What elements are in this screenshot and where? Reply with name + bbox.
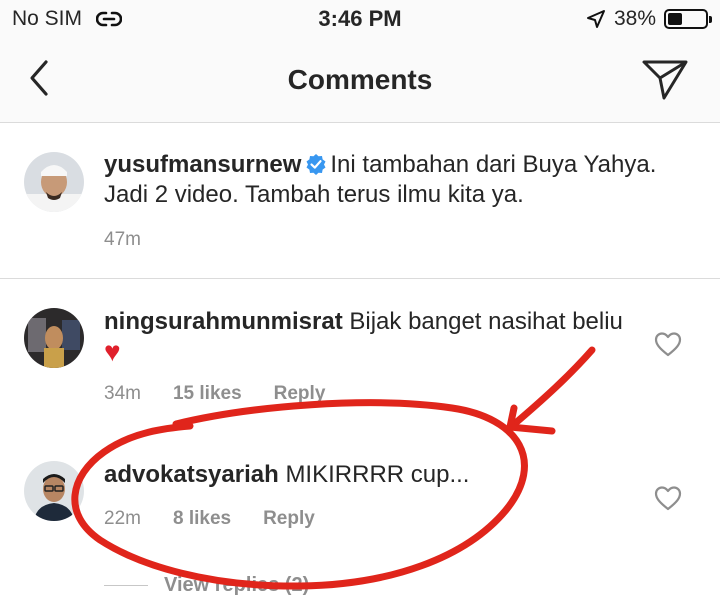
comment-meta: 34m 15 likes Reply xyxy=(104,383,325,405)
caption-meta: 47m xyxy=(104,229,141,251)
avatar[interactable] xyxy=(24,152,84,212)
battery-icon xyxy=(664,9,712,29)
status-bar: No SIM 3:46 PM 38% xyxy=(0,0,720,40)
reply-button[interactable]: Reply xyxy=(263,508,315,530)
status-right: 38% xyxy=(586,7,712,31)
page-title: Comments xyxy=(287,64,433,95)
avatar[interactable] xyxy=(24,461,84,521)
comment-time: 22m xyxy=(104,508,141,529)
comment-body: MIKIRRRR cup... xyxy=(285,461,470,488)
comment-username[interactable]: advokatsyariah xyxy=(104,461,279,488)
nav-bar: Comments xyxy=(0,40,720,123)
caption-time: 47m xyxy=(104,229,141,250)
heart-emoji: ♥ xyxy=(104,336,121,367)
comment-body: Bijak banget nasihat beliu xyxy=(349,308,623,335)
view-replies-label: View replies (2) xyxy=(164,574,310,596)
comment-likes[interactable]: 15 likes xyxy=(173,383,242,405)
comment-username[interactable]: ningsurahmunmisrat xyxy=(104,308,343,335)
heart-outline-icon[interactable] xyxy=(654,331,682,357)
verified-badge-icon xyxy=(306,154,326,175)
view-replies-button[interactable]: View replies (2) xyxy=(104,574,309,597)
reply-button[interactable]: Reply xyxy=(274,383,326,405)
annotation-circle xyxy=(71,399,528,590)
avatar[interactable] xyxy=(24,308,84,368)
caption-username[interactable]: yusufmansurnew xyxy=(104,151,301,178)
comment-text: ningsurahmunmisrat Bijak banget nasihat … xyxy=(104,307,624,369)
caption-text: yusufmansurnew Ini tambahan dari Buya Yah… xyxy=(104,150,664,210)
annotation-arrow-head xyxy=(506,404,556,435)
comment-likes[interactable]: 8 likes xyxy=(173,508,231,530)
comment-meta: 22m 8 likes Reply xyxy=(104,508,315,530)
comment-time: 34m xyxy=(104,383,141,404)
battery-percent: 38% xyxy=(613,7,656,30)
heart-outline-icon[interactable] xyxy=(654,485,682,511)
section-divider xyxy=(0,278,720,279)
replies-line xyxy=(104,585,148,586)
comment-text: advokatsyariah MIKIRRRR cup... xyxy=(104,460,624,490)
location-arrow-icon xyxy=(586,10,605,28)
direct-send-icon[interactable] xyxy=(640,56,690,102)
